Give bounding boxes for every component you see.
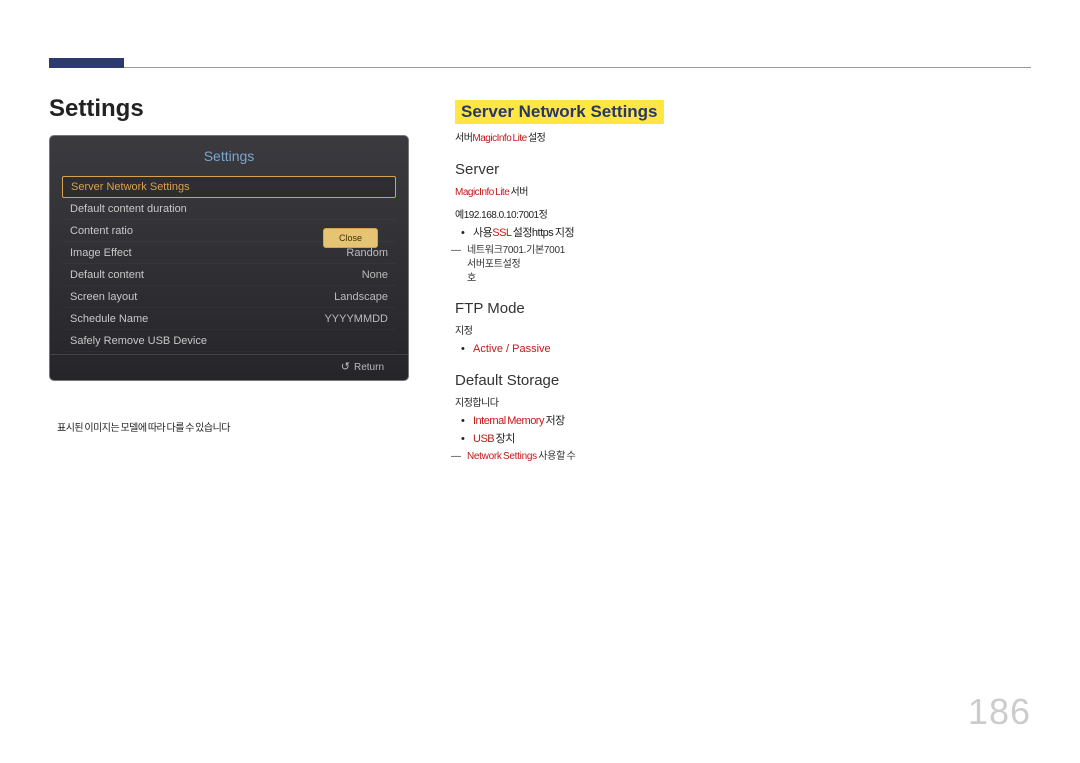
left-footnote: 표시된 이미지는 모델에 따라 다를 수 있습니다 <box>57 423 417 435</box>
menu-label: Image Effect <box>70 242 132 264</box>
return-label: Return <box>354 362 384 373</box>
storage-line: 지정합니다 <box>455 395 1015 412</box>
menu-value: None <box>362 264 388 286</box>
close-button[interactable]: Close <box>323 228 378 248</box>
menu-item-server-network-settings[interactable]: Server Network Settings <box>62 176 396 198</box>
intro-line: 서버MagicInfo Lite 설정 <box>455 130 1015 147</box>
page-title: Settings <box>49 95 439 123</box>
header-rule <box>49 67 1031 68</box>
menu-label: Safely Remove USB Device <box>70 330 207 352</box>
menu-label: Schedule Name <box>70 308 148 330</box>
storage-opt-internal: Internal Memory 저장 <box>473 412 1015 430</box>
header-rule-accent <box>49 58 124 68</box>
menu-label: Server Network Settings <box>71 176 190 198</box>
server-line-2: 예192.168.0.10:7001정 <box>455 207 1015 224</box>
menu-list: Server Network Settings Default content … <box>50 172 408 354</box>
menu-value: Landscape <box>334 286 388 308</box>
left-column: Settings Settings Server Network Setting… <box>49 95 439 435</box>
page-number: 186 <box>968 691 1031 733</box>
menu-label: Default content <box>70 264 144 286</box>
tv-panel: Settings Server Network Settings Default… <box>49 135 409 381</box>
storage-heading: Default Storage <box>455 372 1015 389</box>
server-heading: Server <box>455 161 1015 178</box>
ftp-heading: FTP Mode <box>455 300 1015 317</box>
menu-value: YYYYMMDD <box>324 308 388 330</box>
menu-item-default-content-duration[interactable]: Default content duration <box>62 198 396 220</box>
ftp-options: Active / Passive <box>473 340 1015 358</box>
ftp-line: 지정 <box>455 323 1015 340</box>
storage-note: Network Settings 사용할 수 <box>455 450 1015 464</box>
menu-item-schedule-name[interactable]: Schedule Name YYYYMMDD <box>62 308 396 330</box>
section-heading-highlight: Server Network Settings <box>455 100 664 124</box>
menu-label: Content ratio <box>70 220 133 242</box>
return-icon: ↺ <box>341 360 350 373</box>
server-note: 네트워크7001.기본7001 서버포트설정 호 <box>455 244 1015 286</box>
menu-item-screen-layout[interactable]: Screen layout Landscape <box>62 286 396 308</box>
right-column: Server Network Settings 서버MagicInfo Lite… <box>455 100 1015 464</box>
tv-footer: ↺ Return <box>50 354 408 380</box>
server-bullet-ssl: 사용SSL 설정https 지정 <box>473 224 1015 242</box>
tv-panel-title: Settings <box>50 142 408 172</box>
storage-opt-usb: USB 장치 <box>473 430 1015 448</box>
menu-label: Default content duration <box>70 198 187 220</box>
server-line-1: MagicInfo Lite 서버 <box>455 184 1015 201</box>
menu-item-default-content[interactable]: Default content None <box>62 264 396 286</box>
menu-item-safely-remove-usb[interactable]: Safely Remove USB Device <box>62 330 396 352</box>
menu-label: Screen layout <box>70 286 137 308</box>
